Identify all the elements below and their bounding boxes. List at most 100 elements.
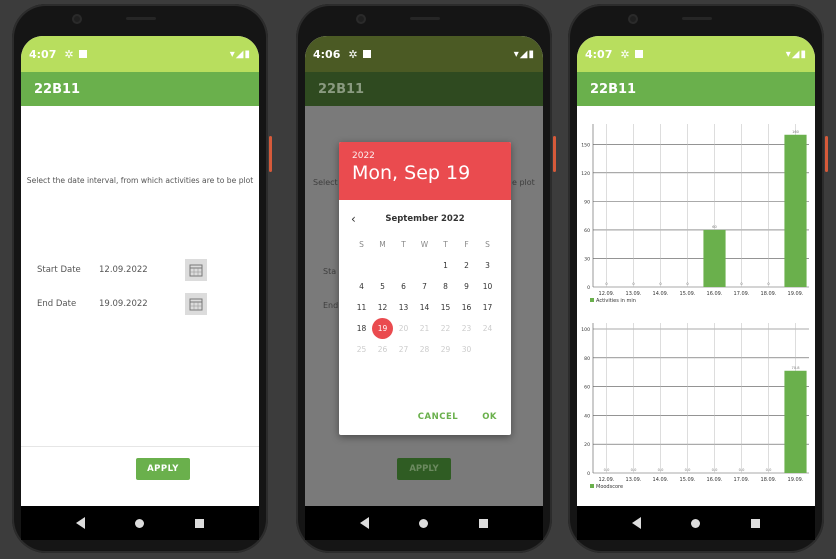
- calendar-day[interactable]: 17: [477, 297, 498, 318]
- calendar-day[interactable]: 10: [477, 276, 498, 297]
- month-navigation: ‹ September 2022: [339, 206, 511, 232]
- bar: [784, 134, 807, 287]
- data-label: 70.8: [791, 366, 800, 370]
- background-end-label: End: [323, 301, 339, 310]
- end-date-label: End Date: [37, 299, 77, 309]
- start-date-row: Start Date 12.09.2022: [37, 258, 247, 282]
- home-icon[interactable]: [419, 518, 429, 528]
- activities-chart: 0 30 60 90 120 150 12.09. 13.09. 14.09. 15.09. 16.…: [581, 124, 809, 304]
- calendar-day[interactable]: 3: [477, 255, 498, 276]
- data-label: 0.0: [739, 468, 745, 472]
- recent-apps-icon[interactable]: [750, 518, 760, 528]
- calendar-day: 29: [440, 345, 451, 354]
- x-tick-label: 19.09.: [788, 291, 804, 297]
- picker-year[interactable]: 2022: [352, 151, 511, 161]
- y-tick-label: 0: [587, 471, 590, 477]
- data-label: 0: [686, 282, 689, 286]
- calendar-day[interactable]: 8: [435, 276, 456, 297]
- gear-icon: ✲: [64, 47, 74, 61]
- status-bar: 4:07 ✲ ▾◢▮: [21, 36, 259, 72]
- calendar-icon: [189, 264, 203, 277]
- background-instruction-start: Select: [313, 178, 338, 187]
- speaker: [126, 17, 156, 20]
- calendar-blank: [351, 255, 372, 276]
- side-button: [825, 136, 828, 172]
- calendar-day[interactable]: 6: [393, 276, 414, 297]
- calendar-day[interactable]: 11: [351, 297, 372, 318]
- calendar-blank: [414, 255, 435, 276]
- calendar-day[interactable]: 18: [351, 318, 372, 339]
- date-picker-dialog: 2022 Mon, Sep 19 ‹ September 2022 SMTWTF…: [339, 142, 511, 435]
- x-tick-label: 14.09.: [653, 291, 669, 297]
- y-tick-label: 60: [584, 228, 590, 234]
- gear-icon: ✲: [620, 47, 630, 61]
- data-label: 0: [659, 282, 662, 286]
- signal-battery-icon: ▾◢▮: [785, 48, 807, 60]
- calendar-day[interactable]: 12: [372, 297, 393, 318]
- speaker: [682, 17, 712, 20]
- nav-bar: [21, 506, 259, 540]
- x-tick-label: 17.09.: [734, 291, 750, 297]
- back-icon[interactable]: [360, 517, 370, 529]
- calendar-blank: [393, 255, 414, 276]
- calendar-day[interactable]: 7: [414, 276, 435, 297]
- x-tick-label: 16.09.: [707, 291, 723, 297]
- legend-label: Activities in min: [596, 298, 636, 304]
- home-icon[interactable]: [691, 518, 701, 528]
- calendar-day-selected[interactable]: 19: [372, 318, 393, 339]
- weekday-label: T: [443, 240, 448, 249]
- data-label: 60: [712, 225, 717, 229]
- y-tick-label: 120: [581, 171, 590, 177]
- screen: 4:07 ✲ ▾◢▮ 22B11 0 30 60 90 120 150 12.09. 13.0…: [577, 36, 815, 506]
- calendar-day: 24: [482, 324, 493, 333]
- data-label: 0.0: [604, 468, 610, 472]
- data-label: 0.0: [631, 468, 637, 472]
- back-icon[interactable]: [632, 517, 642, 529]
- notification-icon: [362, 50, 371, 58]
- camera: [72, 14, 82, 24]
- calendar-day[interactable]: 15: [435, 297, 456, 318]
- cancel-button[interactable]: CANCEL: [418, 412, 458, 422]
- legend-swatch: [590, 298, 594, 302]
- calendar-grid: S M T W T F S 1 2 3 4 5 6 7 8 9 10 11 12 13 14 15 16 17 18 19 20 21…: [339, 234, 511, 360]
- calendar-day: 20: [398, 324, 409, 333]
- apply-button[interactable]: APPLY: [136, 458, 190, 480]
- x-tick-label: 15.09.: [680, 291, 696, 297]
- y-tick-label: 40: [584, 413, 590, 419]
- end-date-calendar-button[interactable]: [185, 293, 207, 315]
- dialog-actions: CANCEL OK: [418, 412, 497, 422]
- calendar-day: 25: [356, 345, 367, 354]
- x-tick-label: 14.09.: [653, 477, 669, 483]
- home-icon[interactable]: [135, 518, 145, 528]
- instruction-text: Select the date interval, from which act…: [26, 176, 254, 185]
- app-bar: 22B11: [577, 72, 815, 106]
- calendar-day: 23: [461, 324, 472, 333]
- recent-apps-icon[interactable]: [194, 518, 204, 528]
- calendar-day[interactable]: 2: [456, 255, 477, 276]
- background-start-label: Sta: [323, 267, 337, 276]
- x-tick-label: 13.09.: [626, 477, 642, 483]
- calendar-day: 21: [419, 324, 430, 333]
- calendar-day[interactable]: 1: [435, 255, 456, 276]
- end-date-value: 19.09.2022: [99, 299, 148, 309]
- calendar-day[interactable]: 16: [456, 297, 477, 318]
- x-tick-label: 13.09.: [626, 291, 642, 297]
- recent-apps-icon[interactable]: [478, 518, 488, 528]
- calendar-day[interactable]: 13: [393, 297, 414, 318]
- calendar-day[interactable]: 5: [372, 276, 393, 297]
- calendar-day[interactable]: 14: [414, 297, 435, 318]
- nav-bar: [577, 506, 815, 540]
- data-label: 0: [767, 282, 770, 286]
- calendar-day[interactable]: 9: [456, 276, 477, 297]
- weekday-label: F: [464, 240, 469, 249]
- back-icon[interactable]: [76, 517, 86, 529]
- ok-button[interactable]: OK: [482, 412, 497, 422]
- picker-selected-date: Mon, Sep 19: [352, 162, 471, 184]
- signal-battery-icon: ▾◢▮: [513, 48, 535, 60]
- weekday-label: M: [379, 240, 386, 249]
- chevron-left-icon[interactable]: ‹: [351, 212, 371, 226]
- app-title: 22B11: [590, 81, 637, 97]
- dimmed-background: Select e plot Sta End APPLY 2022 Mon, Se…: [305, 106, 543, 506]
- calendar-day[interactable]: 4: [351, 276, 372, 297]
- start-date-calendar-button[interactable]: [185, 259, 207, 281]
